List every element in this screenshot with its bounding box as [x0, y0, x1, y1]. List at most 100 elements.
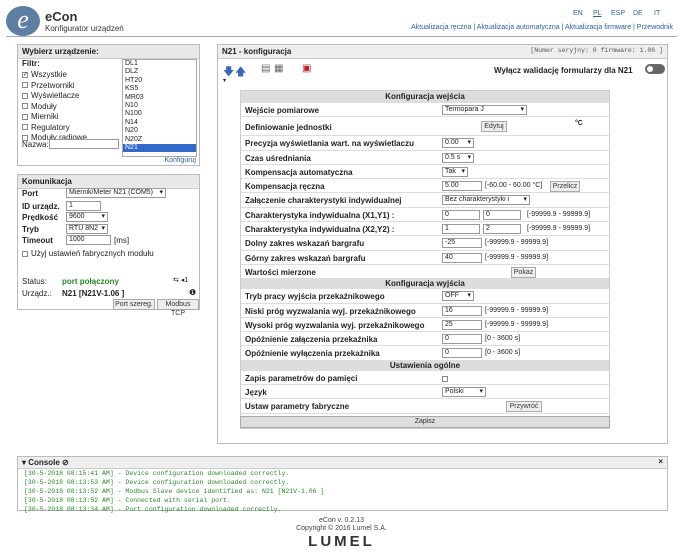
- device-listbox[interactable]: DL1 DLZ HT20 KS5 MR03 N10 N100 N14 N20 N…: [122, 59, 197, 157]
- save-file-icon[interactable]: ▦: [274, 63, 283, 74]
- mode-select[interactable]: RTU 8N2: [66, 224, 108, 234]
- lang-pl[interactable]: PL: [593, 10, 602, 17]
- checkbox-icon[interactable]: [22, 124, 28, 131]
- edit-unit-button[interactable]: Edytuj: [481, 121, 507, 133]
- general-section-title: Ustawienia ogólne: [241, 360, 609, 371]
- row-unit: Definiowanie jednostki Edytuj °C: [241, 117, 609, 137]
- row-char-x2y2: Charakterystyka indywidualna (X2,Y2) :12…: [241, 222, 609, 237]
- checkbox-icon[interactable]: [22, 113, 28, 120]
- filter-controllers[interactable]: Regulatory: [22, 123, 87, 134]
- save-button[interactable]: Zapisz: [240, 416, 610, 428]
- comm-panel: Komunikacja Port Miernik/Meter N21 (COM5…: [17, 174, 200, 317]
- y1-input[interactable]: 0: [483, 209, 521, 220]
- lang-it[interactable]: IT: [654, 10, 660, 17]
- row-manual-comp: Kompensacja ręczna 5.00 [-60.00 - 60.00 °C…: [241, 179, 609, 194]
- row-relay-on-delay: Opóźnienie załączenia przekaźnika 0 [0 - 3…: [241, 332, 609, 347]
- row-auto-comp: Kompensacja automatyczna Tak: [241, 165, 609, 180]
- row-measured: Wartości mierzone Pokaz: [241, 265, 609, 280]
- id-input[interactable]: 1: [66, 201, 101, 211]
- port-select[interactable]: Miernik/Meter N21 (COM5): [66, 188, 166, 198]
- filter-transducers[interactable]: Przetworniki: [22, 81, 87, 92]
- close-icon[interactable]: ×: [658, 457, 663, 466]
- list-item[interactable]: KS5: [123, 85, 196, 93]
- y2-input[interactable]: 2: [483, 224, 521, 235]
- collapse-icon[interactable]: ▾: [223, 77, 226, 84]
- list-item[interactable]: N20: [123, 127, 196, 135]
- list-item[interactable]: DLZ: [123, 68, 196, 76]
- list-item[interactable]: MR03: [123, 94, 196, 102]
- row-save-params: Zapis parametrów do pamięci: [241, 371, 609, 386]
- list-item[interactable]: HT20: [123, 77, 196, 85]
- timeout-label: Timeout: [22, 236, 53, 245]
- lang-de[interactable]: DE: [633, 10, 643, 17]
- relay-off-delay-input[interactable]: 0: [442, 348, 482, 359]
- modbus-tcp-button[interactable]: Modbus TCP: [157, 299, 199, 317]
- manual-comp-input[interactable]: 5.00: [442, 181, 482, 192]
- list-item[interactable]: N10: [123, 102, 196, 110]
- filter-meters[interactable]: Mierniki: [22, 112, 87, 123]
- console-header: ▾ Console ⊘: [18, 457, 667, 469]
- checkbox-icon[interactable]: [22, 250, 28, 257]
- averaging-select[interactable]: 0.5 s: [442, 152, 474, 163]
- x2-input[interactable]: 1: [442, 224, 480, 235]
- update-links[interactable]: Aktualizacja ręczna | Aktualizacja autom…: [411, 24, 673, 31]
- x1-input[interactable]: 0: [442, 209, 480, 220]
- device-select-title: Wybierz urządzenie:: [18, 45, 199, 59]
- log-line: [30-5-2018 08:13:53 AM] - Device configu…: [24, 479, 290, 486]
- relay-high-input[interactable]: 25: [442, 319, 482, 330]
- relay-mode-select[interactable]: OFF: [442, 291, 474, 302]
- relay-on-delay-input[interactable]: 0: [442, 334, 482, 345]
- lumel-logo: LUMEL: [308, 533, 375, 550]
- relay-low-input[interactable]: 16: [442, 305, 482, 316]
- bargraph-low-input[interactable]: -25: [442, 238, 482, 249]
- name-filter-input[interactable]: [49, 139, 119, 149]
- upload-icon[interactable]: 🡅: [235, 63, 246, 82]
- timeout-input[interactable]: 1000: [66, 235, 111, 245]
- bargraph-high-input[interactable]: 40: [442, 252, 482, 263]
- recalculate-button[interactable]: Przelicz: [550, 181, 580, 193]
- individual-char-select[interactable]: Bez charakterystyki i: [442, 195, 530, 206]
- checkbox-icon[interactable]: [22, 82, 28, 89]
- filter-all[interactable]: ✓ Wszystkie: [22, 70, 87, 81]
- log-line: [30-5-2018 08:13:34 AM] - Port configura…: [24, 506, 282, 513]
- checkbox-icon[interactable]: [22, 103, 28, 110]
- list-item[interactable]: DL1: [123, 60, 196, 68]
- log-line: [30-5-2018 08:15:41 AM] - Device configu…: [24, 470, 290, 477]
- restore-button[interactable]: Przywróć: [506, 401, 542, 413]
- row-relay-off-delay: Opóźnienie wyłączenia przekaźnika 0 [0 - 3…: [241, 346, 609, 361]
- auto-comp-select[interactable]: Tak: [442, 166, 468, 177]
- lang-en[interactable]: EN: [573, 10, 583, 17]
- checkbox-icon[interactable]: [22, 92, 28, 99]
- row-char-x1y1: Charakterystyka indywidualna (X1,Y1) :00…: [241, 208, 609, 223]
- configure-link[interactable]: Konfiguruj: [164, 157, 196, 164]
- console-panel: ▾ Console ⊘ × [30-5-2018 08:15:41 AM] - …: [17, 456, 668, 513]
- input-type-select[interactable]: Termopara J: [442, 105, 527, 115]
- speed-select[interactable]: 9600: [66, 212, 108, 222]
- list-item-selected[interactable]: N21: [123, 144, 196, 153]
- clear-icon[interactable]: ⊘: [62, 458, 69, 467]
- info-icon[interactable]: ❶: [189, 288, 196, 297]
- validation-toggle[interactable]: [645, 64, 665, 74]
- factory-settings-option[interactable]: Użyj ustawień fabrycznych modułu: [22, 249, 154, 258]
- list-item[interactable]: N20Z: [123, 136, 196, 144]
- filter-displays[interactable]: Wyświetlacze: [22, 91, 87, 102]
- language-select[interactable]: Polski: [442, 387, 486, 398]
- lang-esp[interactable]: ESP: [611, 10, 625, 17]
- precision-select[interactable]: 0.00: [442, 138, 474, 149]
- pdf-icon[interactable]: ▣: [302, 63, 311, 74]
- copyright-text: Copyright © 2016 Lumel S.A.: [296, 525, 387, 532]
- folder-icon[interactable]: ▤: [261, 63, 270, 74]
- list-item[interactable]: N14: [123, 119, 196, 127]
- filter-modules[interactable]: Moduły: [22, 102, 87, 113]
- show-button[interactable]: Pokaz: [511, 266, 536, 278]
- row-bargraph-high: Górny zakres wskazań bargrafu 40 [-99999.9…: [241, 251, 609, 265]
- list-item[interactable]: N100: [123, 110, 196, 118]
- log-line: [30-5-2018 08:13:52 AM] - Modbus Slave d…: [24, 488, 325, 495]
- name-label: Nazwa:: [22, 140, 49, 149]
- row-relay-mode: Tryb pracy wyjścia przekaźnikowego OFF: [241, 289, 609, 304]
- serial-port-button[interactable]: Port szereg.: [113, 299, 155, 310]
- checkbox-checked-icon[interactable]: ✓: [22, 71, 28, 78]
- checkbox-icon[interactable]: [442, 375, 448, 382]
- device-select-panel: Wybierz urządzenie: Filtr: ✓ Wszystkie Pr…: [17, 44, 200, 166]
- row-factory: Ustaw parametry fabryczne Przywróć: [241, 399, 609, 414]
